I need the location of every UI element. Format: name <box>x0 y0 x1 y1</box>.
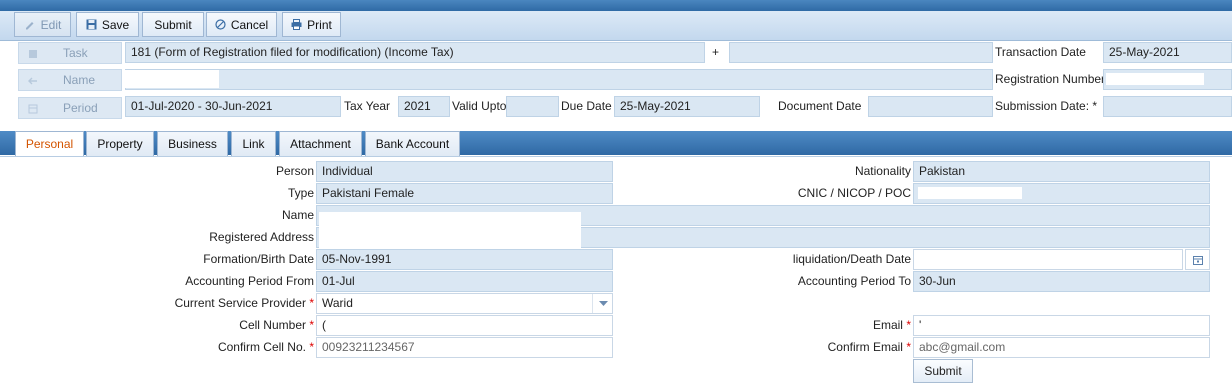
accounting-period-from-field: 01-Jul <box>316 271 613 292</box>
personal-submit-button[interactable]: Submit <box>913 359 973 383</box>
tab-personal[interactable]: Personal <box>15 131 84 158</box>
tab-bank-account[interactable]: Bank Account <box>365 131 460 157</box>
floppy-disk-icon <box>86 19 97 30</box>
name-caption: Name <box>18 69 122 91</box>
confirm-cell-input[interactable]: 00923211234567 <box>316 337 613 358</box>
redacted-cnic <box>918 187 1022 199</box>
type-field: Pakistani Female <box>316 183 613 204</box>
confirm-email-input[interactable]: abc@gmail.com <box>913 337 1210 358</box>
document-date-field <box>868 96 993 117</box>
nationality-field: Pakistan <box>913 161 1210 182</box>
window-top-band <box>0 0 1232 11</box>
redacted-name-address <box>319 212 581 248</box>
save-button[interactable]: Save <box>76 12 139 37</box>
document-date-label: Document Date <box>778 99 862 113</box>
task-field: 181 (Form of Registration filed for modi… <box>125 42 705 63</box>
formation-birth-date-label: Formation/Birth Date <box>203 252 314 266</box>
confirm-cell-label: Confirm Cell No. * <box>217 340 314 354</box>
printer-icon <box>291 19 302 30</box>
redacted-cell-number <box>326 316 420 335</box>
submission-date-label: Submission Date: * <box>995 99 1098 113</box>
valid-upto-label: Valid Upto <box>452 99 507 113</box>
confirm-email-label: Confirm Email * <box>827 340 911 354</box>
pencil-icon <box>24 19 36 31</box>
period-field: 01-Jul-2020 - 30-Jun-2021 <box>125 96 341 117</box>
accounting-period-to-field: 30-Jun <box>913 271 1210 292</box>
back-arrow-icon <box>28 75 38 89</box>
service-provider-select[interactable]: Warid <box>316 293 613 314</box>
nationality-label: Nationality <box>854 164 911 178</box>
formation-birth-date-field: 05-Nov-1991 <box>316 249 613 270</box>
redacted-registration-number <box>1106 73 1204 85</box>
valid-upto-field <box>506 96 559 117</box>
task-extra-field <box>729 42 993 63</box>
redacted-email <box>921 316 1051 335</box>
transaction-date-field: 25-May-2021 <box>1103 42 1232 63</box>
transaction-date-label: Transaction Date <box>995 45 1086 59</box>
person-field: Individual <box>316 161 613 182</box>
name-field <box>125 69 993 90</box>
period-caption: Period <box>18 97 122 119</box>
list-icon <box>28 48 38 62</box>
type-label: Type <box>287 186 314 200</box>
submit-button[interactable]: Submit <box>142 12 204 37</box>
toolbar: Edit Save Submit Cancel Print <box>0 11 1232 41</box>
tab-property[interactable]: Property <box>86 131 154 157</box>
task-caption: Task <box>18 42 122 64</box>
tab-link[interactable]: Link <box>231 131 276 157</box>
print-button[interactable]: Print <box>282 12 341 37</box>
person-label: Person <box>275 164 314 178</box>
calendar-picker-icon[interactable] <box>1185 249 1210 270</box>
tab-attachment[interactable]: Attachment <box>279 131 362 157</box>
registered-address-label: Registered Address <box>209 230 314 244</box>
edit-button[interactable]: Edit <box>14 12 71 37</box>
submission-date-field[interactable] <box>1103 96 1232 117</box>
dropdown-arrow-icon[interactable] <box>592 294 613 313</box>
due-date-label: Due Date <box>561 99 612 113</box>
plus-sign: + <box>712 45 720 59</box>
cell-number-label: Cell Number * <box>239 318 314 332</box>
accounting-period-to-label: Accounting Period To <box>797 274 911 288</box>
due-date-field: 25-May-2021 <box>614 96 760 117</box>
tax-year-field: 2021 <box>398 96 450 117</box>
header-form: Task 181 (Form of Registration filed for… <box>0 41 1232 123</box>
tab-business[interactable]: Business <box>157 131 228 157</box>
accounting-period-from-label: Accounting Period From <box>185 274 314 288</box>
registration-number-label: Registration Number <box>995 72 1106 86</box>
person-name-label: Name <box>281 208 314 222</box>
liquidation-death-date-input[interactable] <box>913 249 1183 270</box>
service-provider-label: Current Service Provider * <box>174 296 314 310</box>
redacted-name <box>125 70 219 88</box>
cancel-button[interactable]: Cancel <box>206 12 277 37</box>
tax-year-label: Tax Year <box>344 99 391 113</box>
calendar-icon <box>28 103 38 117</box>
email-label: Email * <box>872 318 911 332</box>
cnic-label: CNIC / NICOP / POC <box>797 186 911 200</box>
liquidation-death-date-label: liquidation/Death Date <box>792 252 911 266</box>
cancel-icon <box>215 19 226 30</box>
